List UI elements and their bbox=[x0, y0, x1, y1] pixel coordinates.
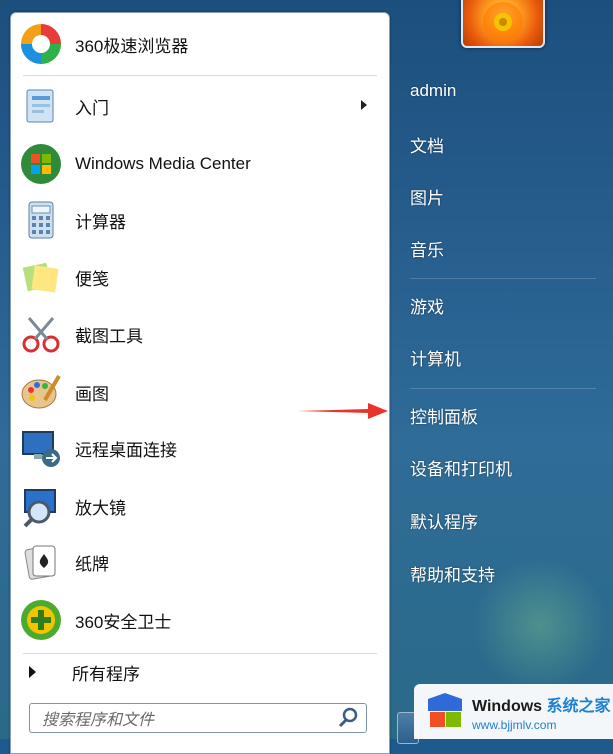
program-item-solitaire[interactable]: 纸牌 bbox=[17, 535, 383, 589]
program-item-calculator[interactable]: 计算器 bbox=[17, 193, 383, 247]
separator bbox=[23, 75, 377, 76]
search-icon[interactable] bbox=[336, 706, 360, 730]
right-item-music[interactable]: 音乐 bbox=[398, 228, 598, 268]
program-label: 计算器 bbox=[75, 212, 126, 232]
right-item-label: 音乐 bbox=[410, 240, 444, 260]
search-placeholder: 搜索程序和文件 bbox=[42, 712, 155, 729]
program-label: 截图工具 bbox=[75, 326, 143, 346]
right-item-label: 控制面板 bbox=[410, 407, 478, 427]
right-item-documents[interactable]: 文档 bbox=[398, 124, 598, 164]
360-browser-icon bbox=[17, 20, 65, 68]
program-label: 纸牌 bbox=[75, 554, 109, 574]
magnifier-icon bbox=[17, 482, 65, 530]
program-label: 便笺 bbox=[75, 269, 109, 289]
program-label: 远程桌面连接 bbox=[75, 440, 177, 460]
right-item-help-support[interactable]: 帮助和支持 bbox=[398, 553, 598, 593]
separator bbox=[23, 653, 377, 654]
right-item-computer[interactable]: 计算机 bbox=[398, 337, 598, 377]
right-item-control-panel[interactable]: 控制面板 bbox=[398, 395, 598, 435]
windows-logo-icon bbox=[428, 692, 462, 727]
program-label: 360安全卫士 bbox=[75, 612, 172, 632]
program-item-360-safe[interactable]: 360安全卫士 bbox=[17, 593, 383, 647]
all-programs-label: 所有程序 bbox=[72, 664, 140, 684]
program-item-getting-started[interactable]: 入门 bbox=[17, 79, 383, 133]
program-label: Windows Media Center bbox=[75, 154, 251, 173]
program-label: 360极速浏览器 bbox=[75, 36, 189, 56]
right-separator bbox=[410, 388, 596, 389]
triangle-right-icon bbox=[29, 666, 36, 678]
right-item-label: 计算机 bbox=[410, 349, 461, 369]
right-item-devices-printers[interactable]: 设备和打印机 bbox=[398, 447, 598, 487]
program-label: 放大镜 bbox=[75, 498, 126, 518]
remote-desktop-icon bbox=[17, 424, 65, 472]
start-menu-left-pane: 360极速浏览器 入门 Windows Media Center 计算器 便笺 … bbox=[10, 12, 390, 754]
watermark: Windows 系统之家 www.bjjmlv.com bbox=[414, 684, 613, 739]
all-programs-button[interactable]: 所有程序 bbox=[21, 657, 377, 687]
sticky-notes-icon bbox=[17, 253, 65, 301]
right-item-label: admin bbox=[410, 81, 457, 100]
right-item-label: 游戏 bbox=[410, 297, 444, 317]
paint-icon bbox=[17, 368, 65, 416]
right-item-label: 帮助和支持 bbox=[410, 565, 495, 585]
red-arrow-icon bbox=[298, 403, 388, 419]
user-picture[interactable] bbox=[461, 0, 545, 48]
submenu-arrow-icon[interactable] bbox=[361, 100, 367, 110]
flower-icon bbox=[483, 2, 523, 42]
watermark-suffix: 系统之家 bbox=[546, 697, 611, 715]
program-label: 画图 bbox=[75, 384, 109, 404]
right-item-pictures[interactable]: 图片 bbox=[398, 176, 598, 216]
program-item-snipping-tool[interactable]: 截图工具 bbox=[17, 307, 383, 361]
solitaire-icon bbox=[17, 538, 65, 586]
right-item-label: 设备和打印机 bbox=[410, 459, 512, 479]
program-item-magnifier[interactable]: 放大镜 bbox=[17, 479, 383, 533]
getting-started-icon bbox=[17, 82, 65, 130]
program-item-remote-desktop[interactable]: 远程桌面连接 bbox=[17, 421, 383, 475]
program-item-sticky-notes[interactable]: 便笺 bbox=[17, 250, 383, 304]
right-item-admin[interactable]: admin bbox=[398, 71, 598, 111]
media-center-icon bbox=[17, 140, 65, 188]
right-item-label: 图片 bbox=[410, 188, 444, 208]
right-item-games[interactable]: 游戏 bbox=[398, 285, 598, 325]
right-separator bbox=[410, 278, 596, 279]
right-item-default-programs[interactable]: 默认程序 bbox=[398, 500, 598, 540]
calculator-icon bbox=[17, 196, 65, 244]
search-input[interactable]: 搜索程序和文件 bbox=[29, 703, 367, 733]
program-item-media-center[interactable]: Windows Media Center bbox=[17, 137, 383, 191]
snipping-tool-icon bbox=[17, 310, 65, 358]
program-item-360-browser[interactable]: 360极速浏览器 bbox=[17, 17, 383, 71]
360-safe-icon bbox=[17, 596, 65, 644]
right-item-label: 文档 bbox=[410, 136, 444, 156]
watermark-url: www.bjjmlv.com bbox=[472, 717, 557, 732]
right-item-label: 默认程序 bbox=[410, 512, 478, 532]
program-label: 入门 bbox=[75, 98, 109, 118]
watermark-brand: Windows bbox=[472, 697, 543, 715]
